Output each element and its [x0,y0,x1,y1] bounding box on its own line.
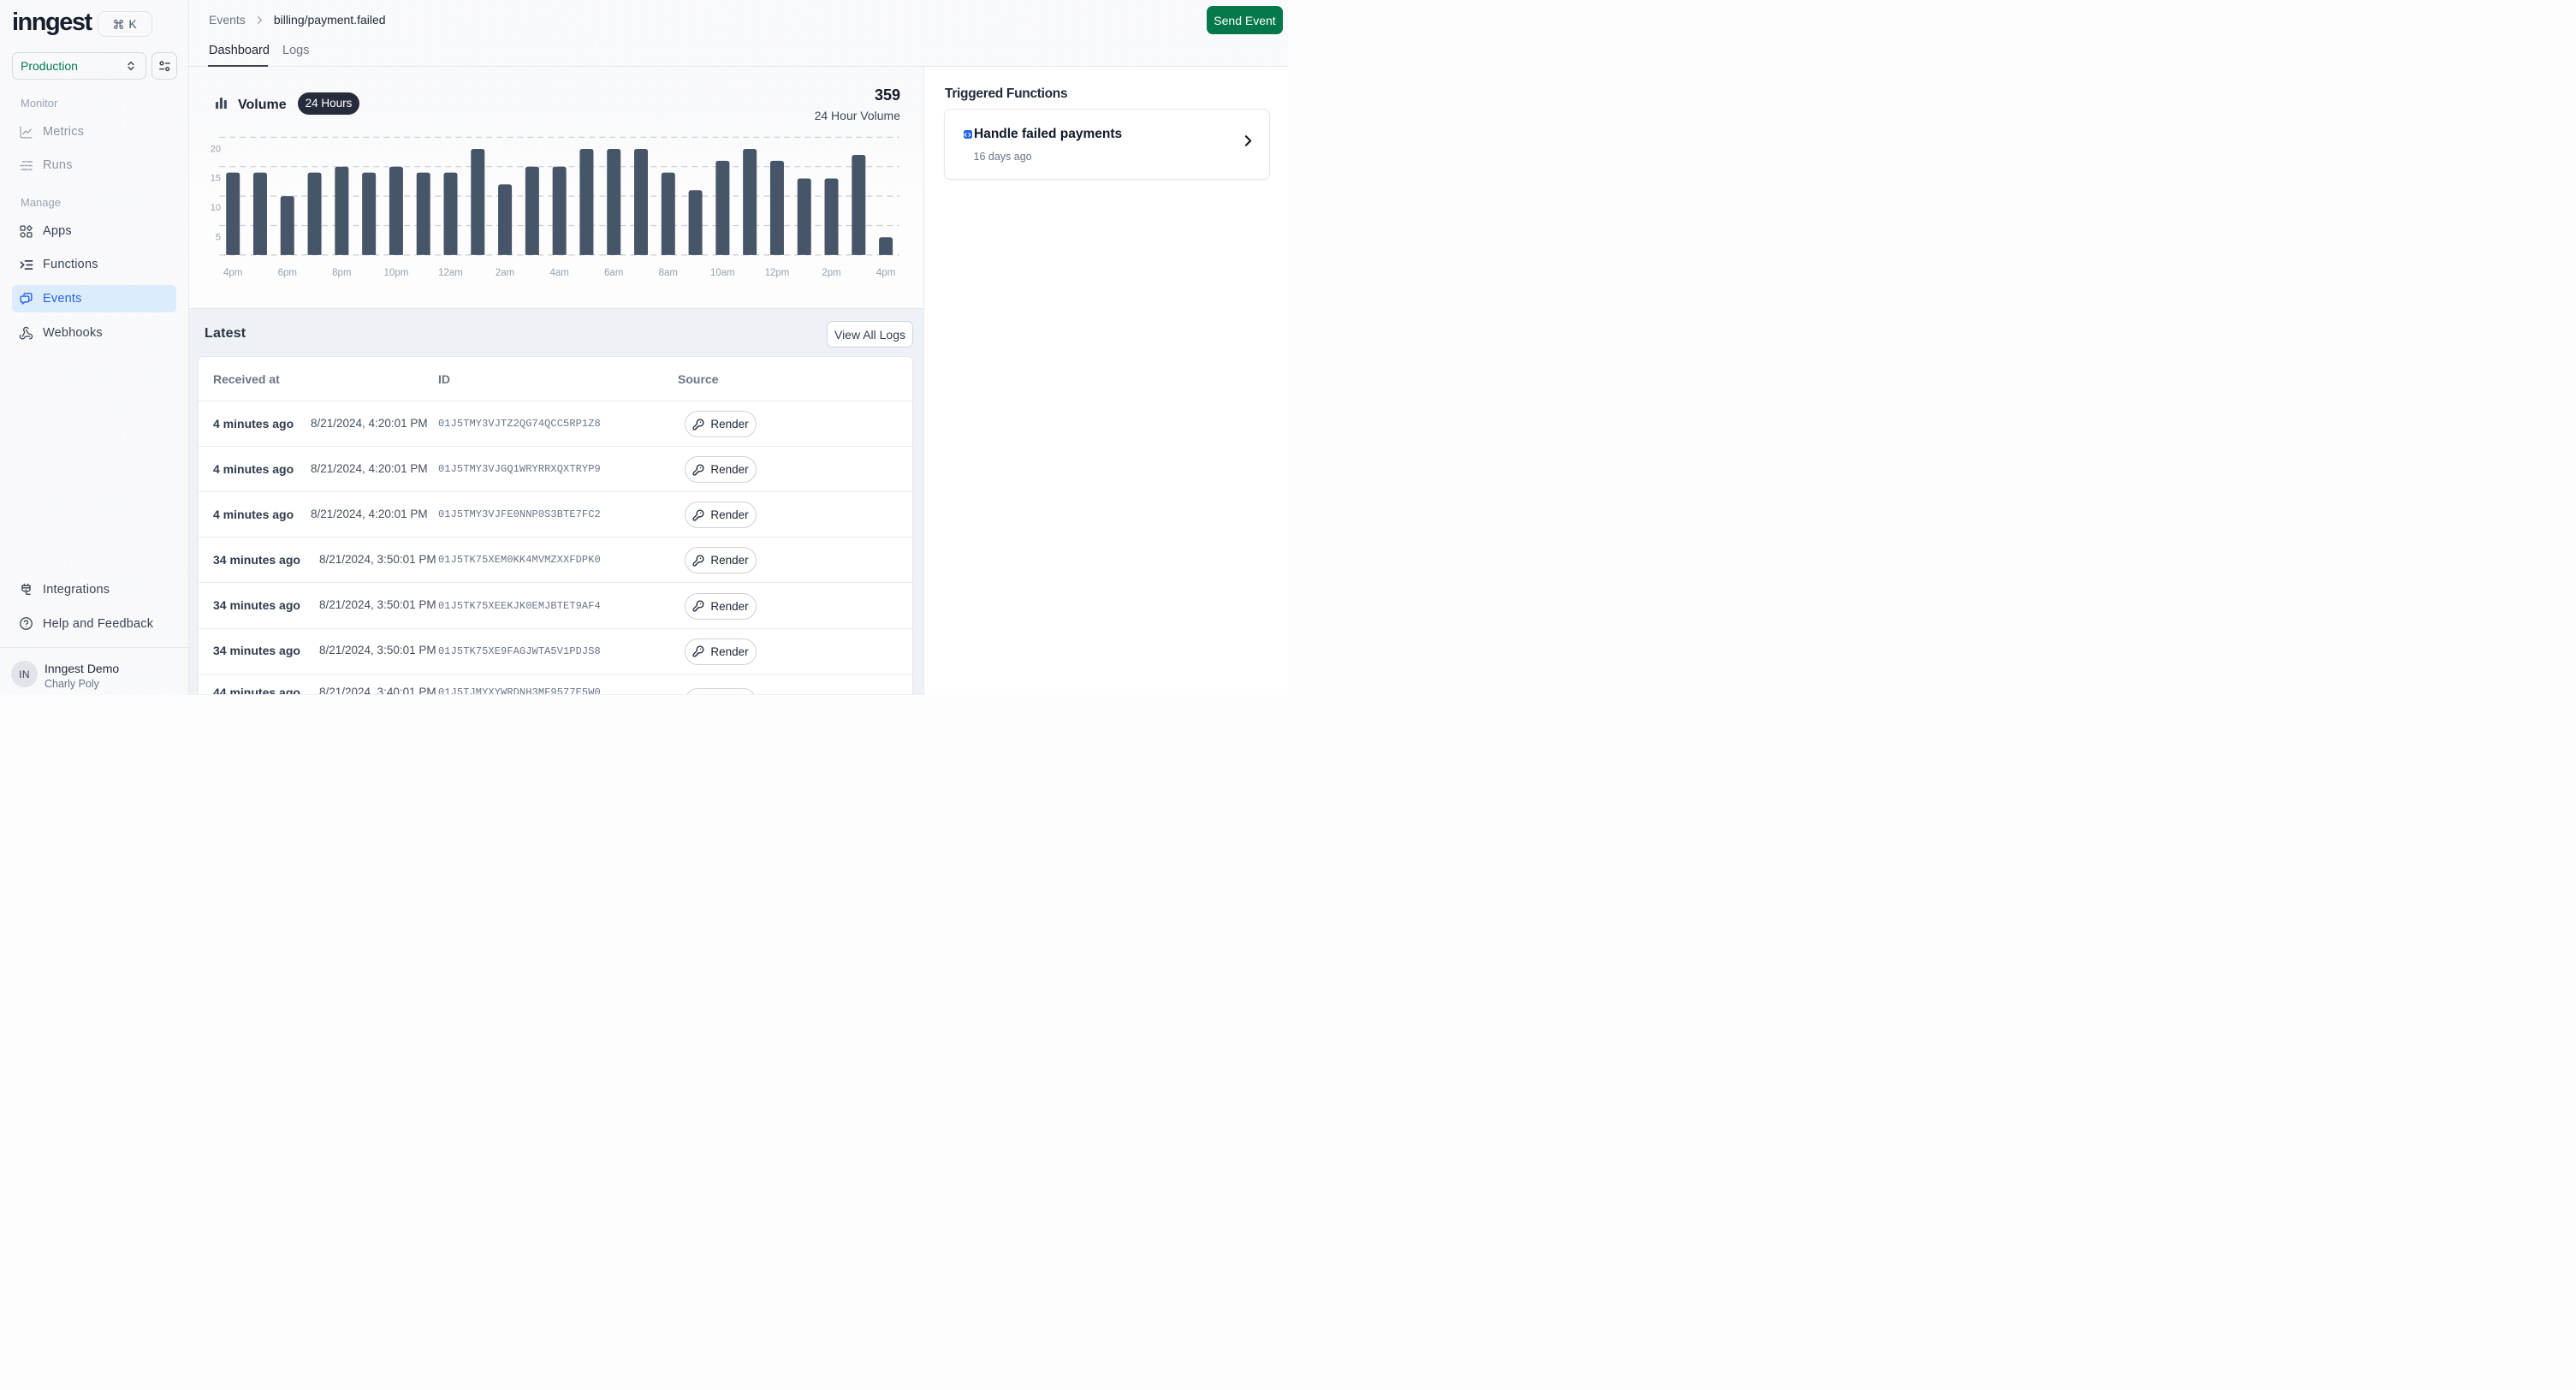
svg-text:12pm: 12pm [765,268,790,278]
svg-text:12am: 12am [438,268,463,278]
svg-text:10am: 10am [710,268,735,278]
svg-text:20: 20 [211,144,221,154]
svg-text:10pm: 10pm [384,268,409,278]
svg-text:10: 10 [211,203,221,213]
svg-text:8pm: 8pm [332,268,351,278]
svg-text:2pm: 2pm [822,268,840,278]
svg-text:5: 5 [216,233,221,243]
svg-text:6pm: 6pm [278,268,297,278]
svg-text:8am: 8am [659,268,678,278]
svg-text:4am: 4am [549,268,568,278]
svg-text:4pm: 4pm [223,268,242,278]
svg-text:6am: 6am [604,268,623,278]
svg-text:4pm: 4pm [876,268,895,278]
svg-text:15: 15 [211,174,221,184]
svg-text:2am: 2am [496,268,514,278]
